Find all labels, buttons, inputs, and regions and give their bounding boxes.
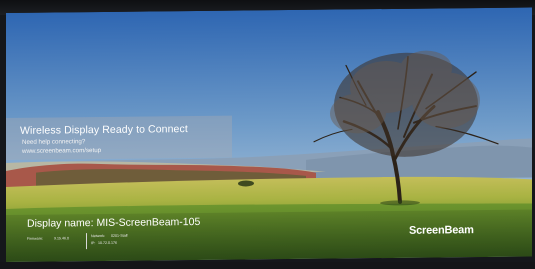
- screenbeam-logo: ScreenBeam: [409, 224, 474, 237]
- setup-url: www.screenbeam.com/setup: [22, 147, 102, 155]
- footer-divider: [86, 233, 87, 250]
- ready-to-connect-title: Wireless Display Ready to Connect: [20, 123, 188, 137]
- ip-label: IP:: [91, 241, 96, 246]
- network-label: Network:: [91, 233, 106, 239]
- network-value: 0201-Staff: [111, 233, 128, 238]
- wireless-display-screen: Wireless Display Ready to Connect Need h…: [6, 7, 532, 262]
- help-connecting-text: Need help connecting?: [22, 138, 86, 146]
- firmware-label: Firmware:: [27, 236, 43, 241]
- monitor-bezel-bottom: [0, 262, 535, 269]
- firmware-value: 9.15.46.0: [54, 236, 69, 241]
- display-name: Display name: MIS-ScreenBeam-105: [27, 215, 201, 230]
- ip-value: 10.72.0.176: [98, 240, 117, 246]
